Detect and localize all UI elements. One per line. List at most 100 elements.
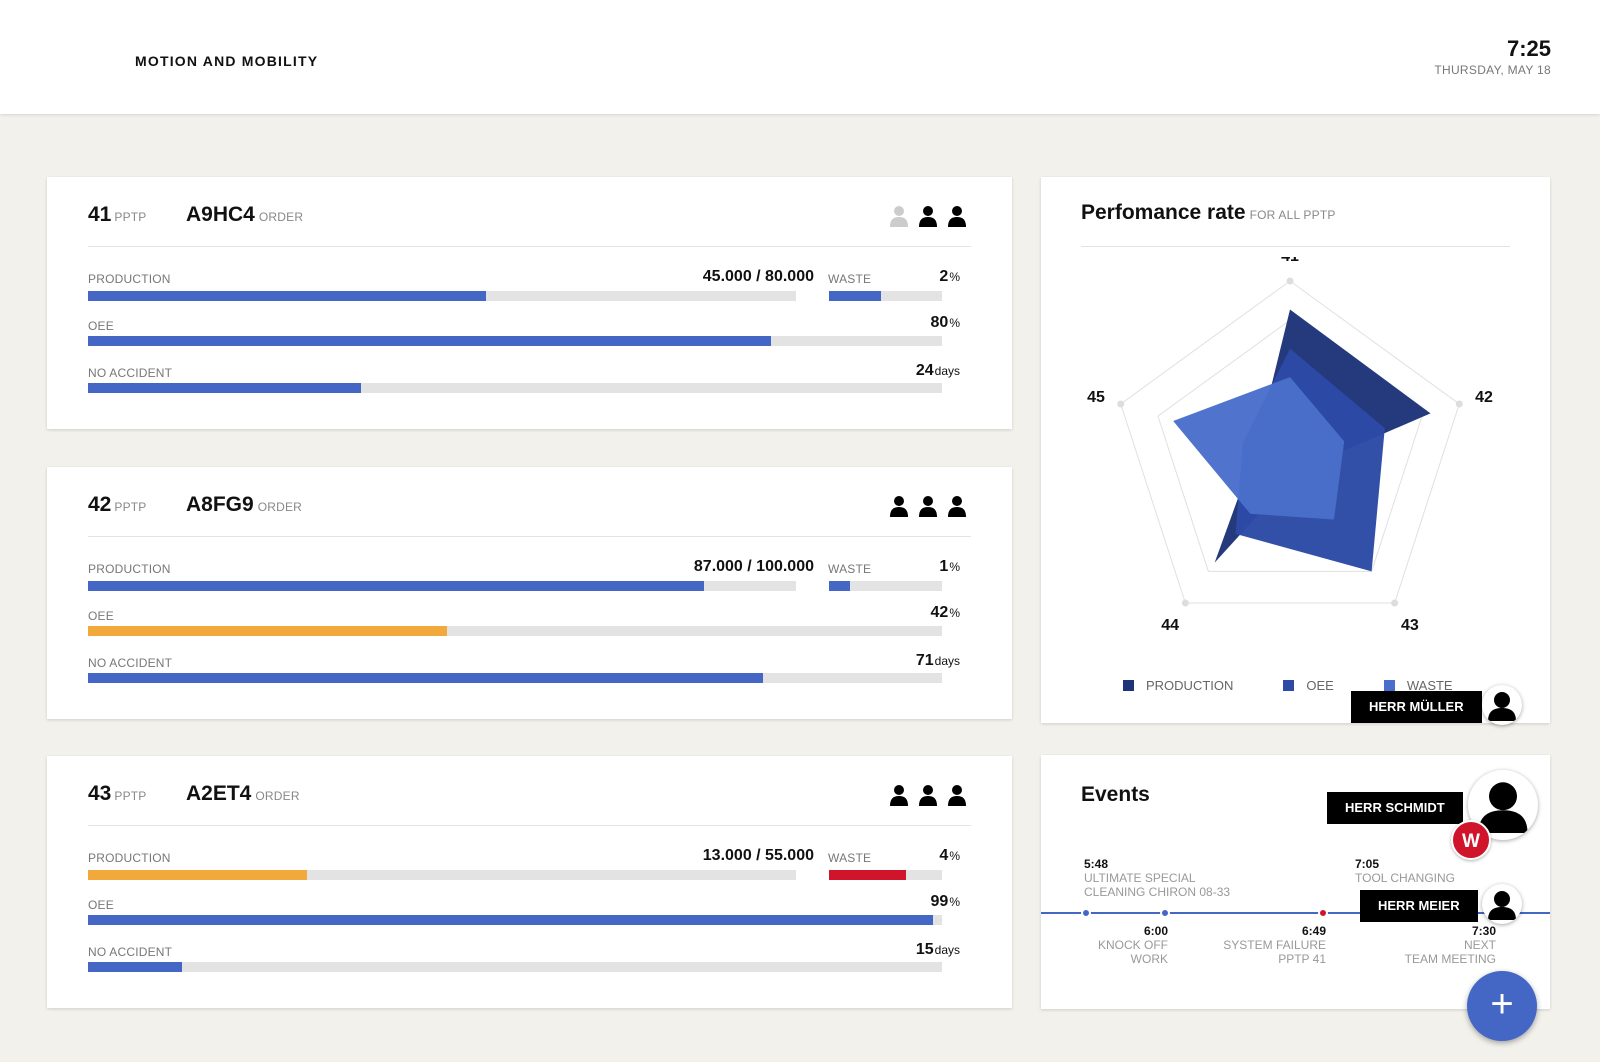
no-accident-value: 71days xyxy=(915,652,960,669)
oee-bar-fill xyxy=(88,626,447,636)
waste-value: 4% xyxy=(939,847,960,864)
no-accident-value: 24days xyxy=(915,362,960,379)
production-value: 45.000 / 80.000 xyxy=(702,268,814,285)
production-bar-fill xyxy=(88,870,308,880)
radar-axis-label: 44 xyxy=(1161,617,1179,634)
radar-axis-point xyxy=(1455,400,1463,408)
person-icon xyxy=(947,495,967,517)
person-name-tag[interactable]: HERR SCHMIDT xyxy=(1327,792,1463,824)
performance-header: Perfomance rate FOR ALL PPTP xyxy=(1081,201,1510,247)
pptp-label: PPTP xyxy=(114,210,147,224)
radar-axis-point xyxy=(1391,599,1399,607)
pptp-card-header: 43 PPTP A2ET4 ORDER xyxy=(88,782,971,826)
production-bar-fill xyxy=(88,291,487,301)
oee-value: 80% xyxy=(930,314,960,331)
event-item[interactable]: 7:05 TOOL CHANGING xyxy=(1355,857,1455,885)
production-label: PRODUCTION xyxy=(88,272,171,286)
legend-label: PRODUCTION xyxy=(1146,678,1234,693)
person-icon xyxy=(889,495,909,517)
oee-value: 99% xyxy=(930,893,960,910)
crew-indicator xyxy=(889,495,967,517)
production-bar xyxy=(88,291,796,301)
radar-axis-label: 43 xyxy=(1401,617,1419,634)
waste-bar xyxy=(829,581,942,591)
oee-bar-fill xyxy=(88,915,934,925)
waste-bar-fill xyxy=(829,291,881,301)
no-accident-label: NO ACCIDENT xyxy=(88,366,173,380)
waste-label: WASTE xyxy=(828,562,872,576)
timeline-dot[interactable] xyxy=(1160,908,1170,918)
no-accident-bar xyxy=(88,673,942,683)
radar-axis-point xyxy=(1286,277,1294,285)
crew-indicator xyxy=(889,205,967,227)
no-accident-value: 15days xyxy=(915,941,960,958)
oee-bar xyxy=(88,336,942,346)
person-icon-inactive xyxy=(889,205,909,227)
no-accident-bar-fill xyxy=(88,962,182,972)
order-label: ORDER xyxy=(258,210,304,224)
oee-bar xyxy=(88,626,942,636)
legend-label: OEE xyxy=(1306,678,1334,693)
legend-swatch xyxy=(1383,680,1395,691)
no-accident-label: NO ACCIDENT xyxy=(88,656,173,670)
timeline-dot-alert[interactable] xyxy=(1318,908,1328,918)
pptp-card-header: 42 PPTP A8FG9 ORDER xyxy=(88,493,971,537)
pptp-card-42[interactable]: 42 PPTP A8FG9 ORDER PRODUCTION 87.000 / 10… xyxy=(47,467,1012,719)
radar-axis-point xyxy=(1181,599,1189,607)
event-item[interactable]: 6:00 KNOCK OFF WORK xyxy=(1098,924,1168,966)
radar-chart: 41 42 43 44 45 xyxy=(1087,257,1493,634)
person-avatar[interactable] xyxy=(1482,884,1522,924)
events-title: Events xyxy=(1081,783,1150,806)
performance-card: Perfomance rateFOR ALL PPTP 41 42 43 44 45 P… xyxy=(1041,177,1550,723)
add-button[interactable]: + xyxy=(1467,971,1537,1041)
radar-axis-label: 45 xyxy=(1087,389,1105,406)
pptp-number: 42 PPTP xyxy=(88,493,147,516)
production-bar xyxy=(88,581,796,591)
production-bar-fill xyxy=(88,581,704,591)
waste-bar xyxy=(829,291,942,301)
radar-axis-label: 41 xyxy=(1281,257,1299,265)
event-item[interactable]: 5:48 ULTIMATE SPECIAL CLEANING CHIRON 08-… xyxy=(1084,857,1230,899)
performance-subtitle: FOR ALL PPTP xyxy=(1249,208,1336,222)
person-name-tag[interactable]: HERR MÜLLER xyxy=(1351,691,1482,723)
person-icon xyxy=(889,784,909,806)
crew-indicator xyxy=(889,784,967,806)
person-icon xyxy=(947,205,967,227)
app-title: MOTION AND MOBILITY xyxy=(135,53,319,69)
oee-label: OEE xyxy=(88,898,114,912)
person-icon xyxy=(918,495,938,517)
person-name-tag[interactable]: HERR MEIER xyxy=(1360,890,1478,922)
production-label: PRODUCTION xyxy=(88,851,171,865)
legend-item-oee: OEE xyxy=(1283,678,1334,693)
waste-value: 2% xyxy=(939,268,960,285)
person-avatar[interactable] xyxy=(1482,685,1522,725)
waste-value: 1% xyxy=(939,558,960,575)
person-icon xyxy=(918,205,938,227)
warning-badge[interactable]: W xyxy=(1451,820,1491,860)
event-item[interactable]: 6:49 SYSTEM FAILURE PPTP 41 xyxy=(1223,924,1326,966)
clock-time: 7:25 xyxy=(1506,36,1551,61)
pptp-card-41[interactable]: 41 PPTP A9HC4 ORDER PRODUCTION 45.000 / 80… xyxy=(47,177,1012,429)
timeline-dot[interactable] xyxy=(1081,908,1091,918)
clock: 7:25 THURSDAY, MAY 18 xyxy=(1434,36,1551,77)
pptp-label: PPTP xyxy=(114,500,147,514)
waste-bar xyxy=(829,870,942,880)
top-bar: MOTION AND MOBILITY 7:25 THURSDAY, MAY 1… xyxy=(0,0,1600,114)
pptp-number: 43 PPTP xyxy=(88,782,147,805)
radar-axis-point xyxy=(1117,400,1125,408)
production-value: 87.000 / 100.000 xyxy=(693,558,814,575)
person-icon xyxy=(947,784,967,806)
no-accident-label: NO ACCIDENT xyxy=(88,945,173,959)
production-bar xyxy=(88,870,796,880)
oee-bar-fill xyxy=(88,336,772,346)
legend-item-production: PRODUCTION xyxy=(1123,678,1233,693)
pptp-label: PPTP xyxy=(114,789,147,803)
legend-swatch xyxy=(1123,680,1134,691)
pptp-card-43[interactable]: 43 PPTP A2ET4 ORDER PRODUCTION 13.000 / 55… xyxy=(47,756,1012,1008)
order-label: ORDER xyxy=(255,789,300,803)
oee-value: 42% xyxy=(930,604,960,621)
event-item[interactable]: 7:30 NEXT TEAM MEETING xyxy=(1405,924,1496,966)
oee-label: OEE xyxy=(88,609,114,623)
no-accident-bar-fill xyxy=(88,383,362,393)
no-accident-bar xyxy=(88,962,942,972)
